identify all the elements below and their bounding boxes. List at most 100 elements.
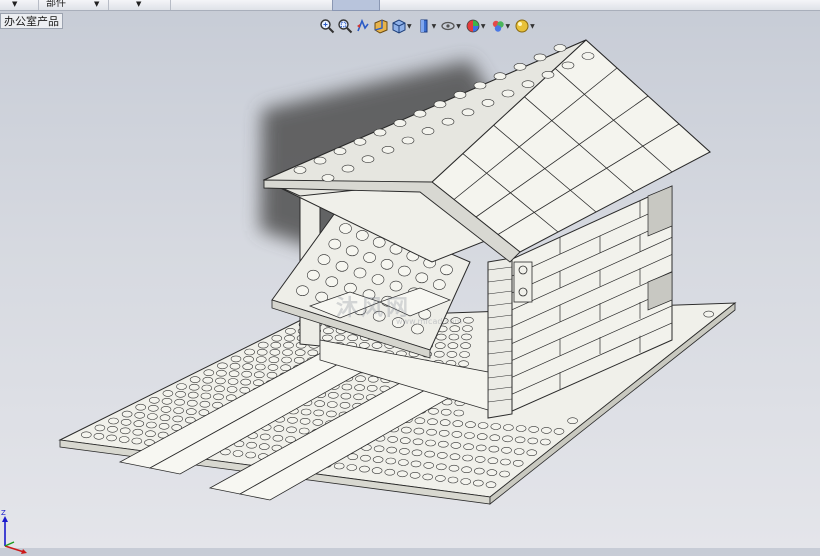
door-stud [355,230,369,241]
baseplate-stud [412,438,424,446]
baseplate-stud [433,350,445,358]
baseplate-stud [134,411,145,419]
baseplate-stud [267,364,279,371]
roof-stud [521,80,535,88]
roof-stud [581,52,595,60]
view-settings-icon[interactable] [513,17,531,35]
baseplate-stud [340,392,352,400]
door-stud [363,252,376,263]
baseplate-stud [257,341,269,349]
baseplate-stud [158,422,170,430]
door-stud [296,285,309,297]
zoom-to-area-icon[interactable] [336,17,354,35]
baseplate-stud [174,398,185,406]
hide-show-items-icon[interactable] [439,17,457,35]
baseplate-stud [106,434,117,442]
baseplate-stud [473,467,485,475]
baseplate-stud [203,369,215,377]
baseplate-stud [244,348,255,356]
baseplate-stud [268,356,280,364]
view-orientation-icon[interactable] [390,17,408,35]
section-view-icon[interactable] [372,17,390,35]
baseplate-stud [294,349,306,356]
roof-stud [353,138,367,146]
baseplate-stud [217,362,228,370]
chevron-down-icon[interactable]: ▼ [481,23,486,30]
baseplate-stud [186,408,197,415]
baseplate-stud [515,425,527,432]
baseplate-stud [312,419,324,426]
baseplate-stud [360,454,371,462]
baseplate-stud [703,310,715,318]
roof-stud [321,174,335,182]
baseplate-stud [384,468,396,476]
baseplate-stud [465,421,476,428]
baseplate-stud [458,360,469,368]
chevron-down-icon[interactable]: ▼ [432,23,437,30]
baseplate-stud [341,383,353,391]
baseplate-stud [409,471,421,479]
baseplate-stud [353,393,364,401]
baseplate-stud [300,408,312,416]
chevron-down-icon[interactable]: ▼ [456,23,461,30]
baseplate-stud [245,451,256,459]
baseplate-stud [298,427,310,435]
baseplate-stud [131,437,143,445]
door-stud [339,223,352,234]
baseplate-stud [450,442,462,449]
baseplate-stud [472,479,484,487]
menu-dropdown-arrow-1[interactable]: ▼ [12,0,17,10]
baseplate-stud [501,446,512,454]
baseplate-stud [446,351,458,358]
heads-up-view-toolbar: ▼ ▼ ▼ ▼ ▼ ▼ [318,16,538,36]
baseplate-stud [254,363,266,371]
baseplate-stud [448,464,460,472]
baseplate-stud [512,459,524,467]
baseplate-stud [426,428,437,436]
zoom-to-fit-icon[interactable] [318,17,336,35]
feature-tree-root[interactable]: 办公室产品 [0,13,63,29]
baseplate-stud [118,436,130,443]
door-stud [415,272,429,284]
active-tab[interactable] [332,0,380,11]
baseplate-stud [282,349,293,356]
baseplate-stud [355,375,366,383]
roof-stud [533,53,547,62]
menu-dropdown-arrow-3[interactable]: ▼ [136,0,141,10]
menu-label-assembly[interactable]: 部件 [46,0,66,10]
menu-dropdown-arrow-2[interactable]: ▼ [94,0,99,10]
baseplate-stud [259,433,271,441]
door-stud [353,267,367,279]
graphics-area[interactable]: 沐风网 www.mfcad.com Z [0,36,820,554]
baseplate-stud [333,462,345,470]
baseplate-stud [400,426,412,434]
chevron-down-icon[interactable]: ▼ [530,23,535,30]
baseplate-stud [242,363,253,370]
chevron-down-icon[interactable]: ▼ [506,23,511,30]
baseplate-stud [270,341,282,349]
roof-stud [501,89,515,98]
door-stud [398,265,411,277]
edit-appearance-icon[interactable] [464,17,482,35]
baseplate-stud [354,384,365,391]
roof-stud [473,81,487,90]
baseplate-stud [346,464,358,471]
roof-stud [493,72,507,80]
roof-stud [333,147,347,155]
roof-stud [413,109,427,118]
previous-view-icon[interactable] [354,17,372,35]
baseplate-stud [187,391,199,399]
baseplate-stud [503,424,514,431]
baseplate-stud [462,454,473,462]
door-stud [371,274,385,285]
baseplate-stud [527,437,539,445]
baseplate-stud [160,406,172,413]
display-style-icon[interactable] [415,17,433,35]
baseplate-stud [135,403,146,411]
baseplate-stud [436,452,448,459]
chevron-down-icon[interactable]: ▼ [407,23,412,30]
baseplate-stud [201,384,213,392]
apply-scene-icon[interactable] [489,17,507,35]
baseplate-stud [281,356,292,364]
baseplate-stud [553,428,565,435]
